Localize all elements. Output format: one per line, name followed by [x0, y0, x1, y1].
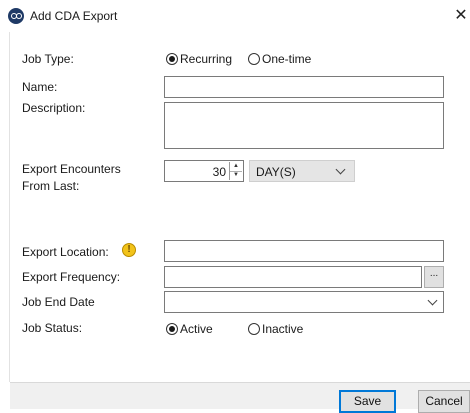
- job-status-label: Job Status:: [22, 321, 83, 335]
- name-input[interactable]: [164, 76, 444, 98]
- title-bar: Add CDA Export ✕: [0, 0, 470, 32]
- description-label: Description:: [22, 101, 86, 115]
- job-status-active-label[interactable]: Active: [180, 322, 213, 336]
- export-encounters-value: 30: [212, 165, 226, 179]
- job-type-onetime-label[interactable]: One-time: [262, 52, 311, 66]
- job-status-inactive-radio[interactable]: [248, 323, 260, 335]
- name-label: Name:: [22, 80, 58, 94]
- job-status-inactive-label[interactable]: Inactive: [262, 322, 303, 336]
- info-glyph: !: [127, 244, 131, 255]
- export-frequency-label: Export Frequency:: [22, 270, 121, 284]
- close-button[interactable]: ✕: [452, 6, 470, 26]
- period-unit-select[interactable]: DAY(S): [249, 160, 355, 182]
- job-type-recurring-radio[interactable]: [166, 53, 178, 65]
- save-button[interactable]: Save: [339, 390, 396, 413]
- description-textarea[interactable]: [164, 102, 444, 149]
- job-type-onetime-radio[interactable]: [248, 53, 260, 65]
- info-icon[interactable]: !: [122, 243, 136, 257]
- window-border: [9, 32, 10, 382]
- export-frequency-input[interactable]: [164, 266, 422, 288]
- job-status-active-radio[interactable]: [166, 323, 178, 335]
- job-type-recurring-label[interactable]: Recurring: [180, 52, 232, 66]
- spin-down-icon[interactable]: ▼: [230, 171, 242, 180]
- dialog-footer: [10, 382, 470, 409]
- export-encounters-stepper[interactable]: 30 ▲ ▼: [164, 160, 244, 182]
- window-title: Add CDA Export: [30, 9, 118, 23]
- job-type-label: Job Type:: [22, 52, 74, 66]
- period-unit-value: DAY(S): [256, 165, 296, 179]
- chevron-down-icon: [335, 164, 346, 175]
- spinner[interactable]: ▲ ▼: [229, 162, 242, 180]
- export-location-input[interactable]: [164, 240, 444, 262]
- app-logo-icon: [8, 8, 24, 24]
- export-location-label: Export Location:: [22, 245, 109, 259]
- export-encounters-label-line2: From Last:: [22, 179, 80, 193]
- job-end-date-picker[interactable]: [164, 291, 444, 313]
- cancel-button[interactable]: Cancel: [418, 390, 470, 413]
- chevron-down-icon[interactable]: [427, 295, 438, 306]
- export-encounters-label-line1: Export Encounters: [22, 162, 121, 176]
- export-frequency-browse-button[interactable]: ...: [424, 266, 444, 288]
- job-end-date-label: Job End Date: [22, 295, 95, 309]
